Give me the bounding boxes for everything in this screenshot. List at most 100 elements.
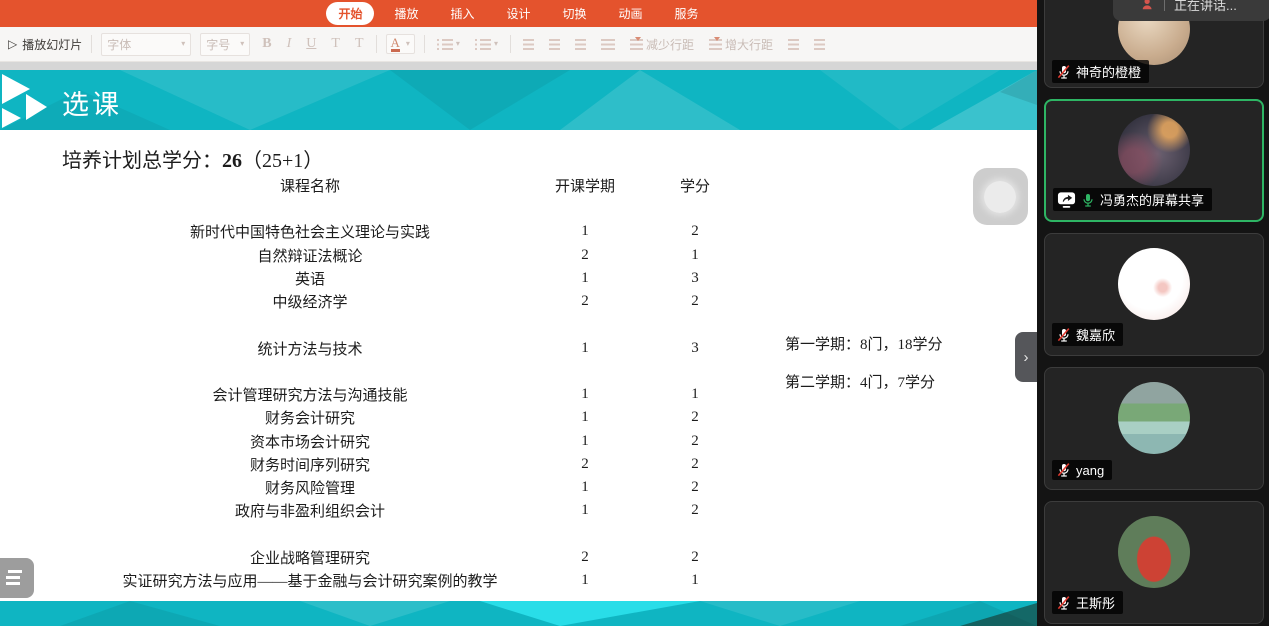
decrease-line-spacing-button[interactable]: 减少行距 <box>627 34 697 55</box>
header-course: 课程名称 <box>105 175 515 196</box>
align-left-button[interactable] <box>520 37 537 52</box>
decrease-indent-icon <box>788 39 799 50</box>
chevron-down-icon: ▾ <box>494 40 498 48</box>
semester2-annotation: 第二学期：4门，7学分 <box>785 371 935 392</box>
mic-muted-icon <box>1056 64 1072 80</box>
table-row: 财务会计研究 1 2 <box>105 406 735 429</box>
tab-transition[interactable]: 切换 <box>551 2 599 25</box>
tab-home[interactable]: 开始 <box>326 2 374 25</box>
speaker-person-icon <box>1141 0 1155 11</box>
cell-course: 财务风险管理 <box>105 477 515 498</box>
play-slideshow-label: 播放幻灯片 <box>22 36 82 53</box>
align-center-icon <box>549 39 560 50</box>
cell-semester: 1 <box>515 223 655 240</box>
cell-semester: 2 <box>515 456 655 473</box>
align-right-icon <box>575 39 586 50</box>
slide-logo-triangles-icon <box>2 72 54 128</box>
participant-tile[interactable]: 魏嘉欣 <box>1044 233 1264 356</box>
increase-indent-button[interactable] <box>811 37 828 52</box>
mic-muted-icon <box>1056 327 1072 343</box>
participants-sidebar: 神奇的橙橙 冯勇杰的屏幕共享 <box>1037 0 1269 626</box>
tab-insert[interactable]: 插入 <box>438 2 486 25</box>
sidebar-collapse-button[interactable]: › <box>1015 332 1037 382</box>
overlay-divider <box>1164 0 1165 11</box>
total-credits-line: 培养计划总学分：26（25+1） <box>62 144 323 173</box>
numbered-list-button[interactable]: ▾ <box>472 37 501 52</box>
slide-list-icon <box>6 570 24 585</box>
font-name-select[interactable]: 字体 ▾ <box>101 33 191 56</box>
align-justify-button[interactable] <box>598 37 618 52</box>
participant-name-label: yang <box>1052 460 1112 480</box>
participant-name: 神奇的橙橙 <box>1076 62 1141 81</box>
participant-tile-active-speaker[interactable]: 冯勇杰的屏幕共享 <box>1044 99 1264 222</box>
avatar <box>1118 382 1190 454</box>
cell-course: 新时代中国特色社会主义理论与实践 <box>105 221 515 242</box>
toolbar-divider <box>424 35 425 53</box>
participant-tile[interactable]: 王斯彤 <box>1044 501 1264 624</box>
underline-button[interactable]: U <box>303 34 319 54</box>
slide-canvas-area: 选课 培养计划总学分：26（25+1） 课程名称 开课学期 学分 新时代中国特色… <box>0 62 1037 626</box>
tab-play[interactable]: 播放 <box>382 2 430 25</box>
table-row: 新时代中国特色社会主义理论与实践 1 2 <box>105 220 735 243</box>
font-size-select[interactable]: 字号 ▾ <box>200 33 250 56</box>
text-shadow-icon: T <box>355 36 364 52</box>
floating-assistant-button[interactable] <box>973 168 1028 225</box>
participant-name-label: 王斯彤 <box>1052 591 1123 614</box>
bullet-list-button[interactable]: ▾ <box>434 37 463 52</box>
increase-line-spacing-icon <box>709 39 722 50</box>
bullet-list-icon <box>437 39 453 50</box>
cell-course: 自然辩证法概论 <box>105 245 515 266</box>
chevron-down-icon: ▾ <box>406 40 410 48</box>
avatar <box>1118 114 1190 186</box>
header-credits: 学分 <box>655 175 735 196</box>
course-group: 统计方法与技术 1 3 <box>105 336 735 359</box>
formatting-toolbar: ▷ 播放幻灯片 字体 ▾ 字号 ▾ B I U T T A ▾ ▾ ▾ 减少行距… <box>0 27 1037 62</box>
align-center-button[interactable] <box>546 37 563 52</box>
participant-name-label: 魏嘉欣 <box>1052 323 1123 346</box>
align-left-icon <box>523 39 534 50</box>
cell-course: 资本市场会计研究 <box>105 431 515 452</box>
cell-semester: 2 <box>515 549 655 566</box>
table-row: 会计管理研究方法与沟通技能 1 1 <box>105 383 735 406</box>
font-color-button[interactable]: A ▾ <box>386 34 415 54</box>
increase-line-spacing-label: 增大行距 <box>725 36 773 53</box>
slide: 选课 培养计划总学分：26（25+1） 课程名称 开课学期 学分 新时代中国特色… <box>0 70 1037 626</box>
bold-button[interactable]: B <box>259 34 274 54</box>
mic-on-icon <box>1080 192 1096 208</box>
total-credits-value: 26 <box>222 150 242 172</box>
avatar <box>1118 248 1190 320</box>
header-semester: 开课学期 <box>515 175 655 196</box>
decrease-indent-button[interactable] <box>785 37 802 52</box>
tab-animation[interactable]: 动画 <box>607 2 655 25</box>
chevron-down-icon: ▾ <box>240 40 244 48</box>
font-color-icon: A <box>391 36 400 52</box>
italic-button[interactable]: I <box>284 34 295 54</box>
text-shadow-button[interactable]: T <box>352 34 367 54</box>
participant-name: yang <box>1076 463 1104 478</box>
cell-course: 企业战略管理研究 <box>105 547 515 568</box>
increase-line-spacing-button[interactable]: 增大行距 <box>706 34 776 55</box>
participant-tile[interactable]: yang <box>1044 367 1264 490</box>
cell-course: 财务时间序列研究 <box>105 454 515 475</box>
cell-semester: 1 <box>515 270 655 287</box>
cell-course: 统计方法与技术 <box>105 338 515 359</box>
screen-share-icon <box>1057 191 1076 209</box>
cell-credits: 1 <box>655 386 735 403</box>
participant-name-label: 冯勇杰的屏幕共享 <box>1053 188 1212 211</box>
cell-course: 政府与非盈利组织会计 <box>105 500 515 521</box>
ribbon-tab-bar: 开始 播放 插入 设计 切换 动画 服务 <box>0 0 1037 27</box>
table-row: 企业战略管理研究 2 2 <box>105 546 735 569</box>
tab-design[interactable]: 设计 <box>494 2 542 25</box>
tab-services[interactable]: 服务 <box>663 2 711 25</box>
play-slideshow-button[interactable]: ▷ 播放幻灯片 <box>8 36 82 53</box>
text-effect-button[interactable]: T <box>328 34 343 54</box>
slide-list-button[interactable] <box>0 558 34 598</box>
speaking-indicator-overlay: 正在讲话... <box>1113 0 1269 21</box>
align-right-button[interactable] <box>572 37 589 52</box>
avatar <box>1118 516 1190 588</box>
cell-course: 中级经济学 <box>105 291 515 312</box>
table-row: 英语 1 3 <box>105 267 735 290</box>
numbered-list-icon <box>475 39 491 50</box>
cell-semester: 2 <box>515 247 655 264</box>
toolbar-divider <box>91 35 92 53</box>
